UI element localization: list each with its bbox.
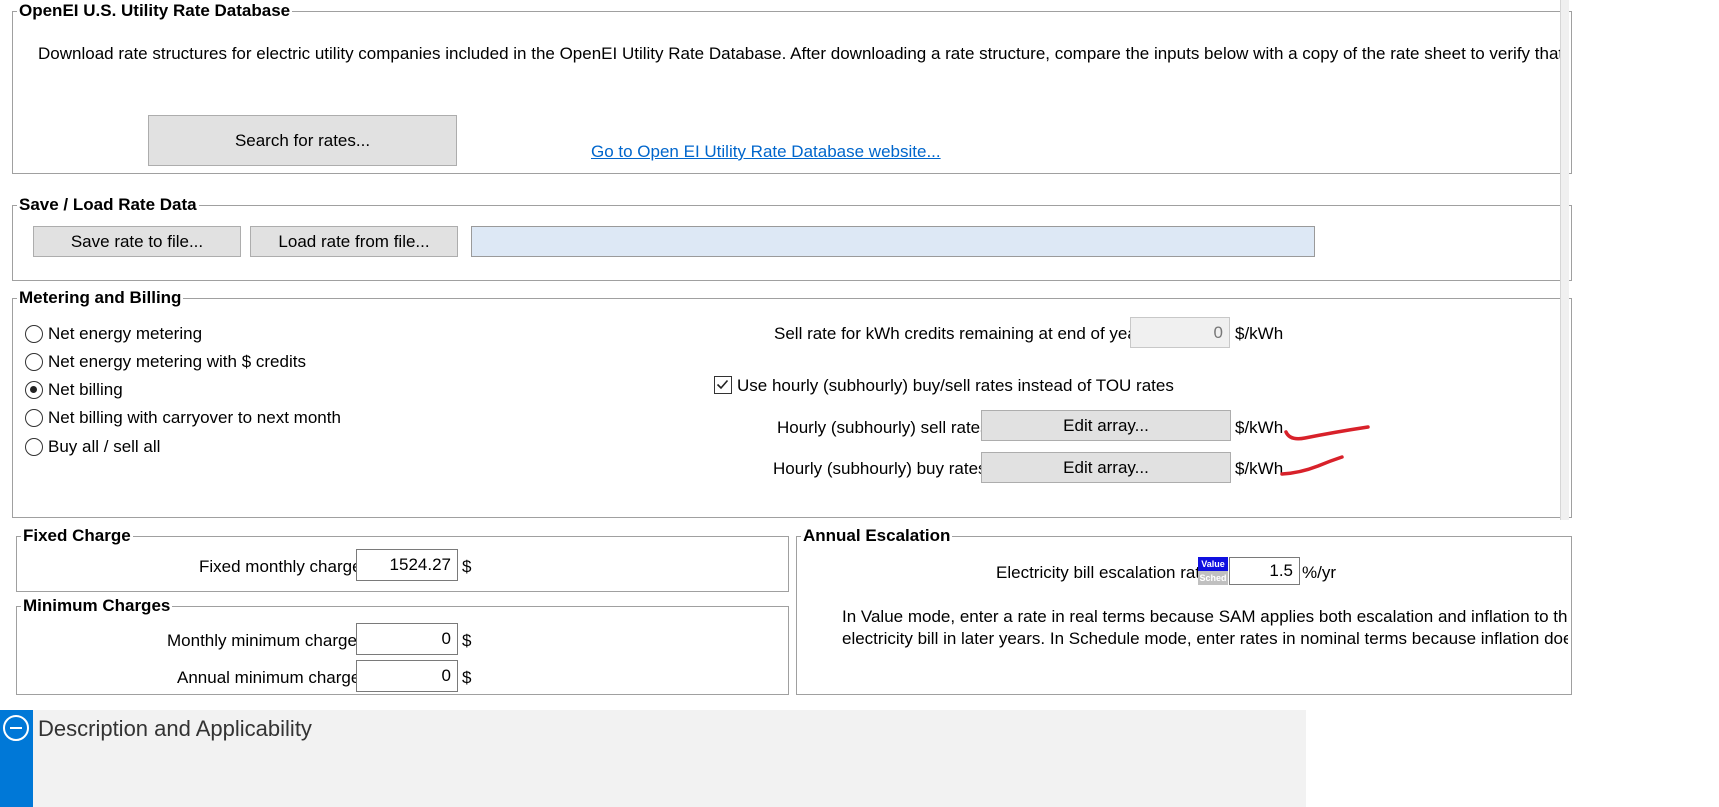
openei-website-link[interactable]: Go to Open EI Utility Rate Database webs… <box>591 142 941 162</box>
value-toggle[interactable]: Value <box>1198 557 1228 571</box>
save-rate-button[interactable]: Save rate to file... <box>33 226 241 257</box>
sched-toggle[interactable]: Sched <box>1198 571 1228 585</box>
buy-rates-label: Hourly (subhourly) buy rates <box>773 459 987 478</box>
sell-rate-unit: $/kWh <box>1235 324 1284 343</box>
search-rates-button[interactable]: Search for rates... <box>148 115 457 166</box>
sell-rate-field[interactable]: 0 <box>1130 317 1230 348</box>
fixed-monthly-unit: $ <box>462 557 472 576</box>
hourly-rates-checkbox-label: Use hourly (subhourly) buy/sell rates in… <box>737 376 1174 395</box>
description-section-title: Description and Applicability <box>38 716 312 741</box>
sell-rate-label: Sell rate for kWh credits remaining at e… <box>774 324 1143 343</box>
edit-buy-rates-button[interactable]: Edit array... <box>981 452 1231 483</box>
radio-label: Net billing with carryover to next month <box>48 408 341 427</box>
hourly-rates-checkbox[interactable] <box>714 376 732 394</box>
edit-sell-rates-button[interactable]: Edit array... <box>981 410 1231 441</box>
fixed-charge-title: Fixed Charge <box>21 526 133 546</box>
annual-minimum-field[interactable]: 0 <box>356 660 458 692</box>
radio-label: Net energy metering with $ credits <box>48 352 306 371</box>
minimum-charges-title: Minimum Charges <box>21 596 173 616</box>
escalation-note-line1: In Value mode, enter a rate in real term… <box>842 607 1568 626</box>
sell-rates-unit: $/kWh <box>1235 418 1284 437</box>
radio-buy-all-sell-all[interactable] <box>25 438 43 456</box>
load-rate-button[interactable]: Load rate from file... <box>250 226 458 257</box>
annual-minimum-label: Annual minimum charge <box>177 668 361 687</box>
fixed-monthly-field[interactable]: 1524.27 <box>356 549 458 581</box>
vertical-scrollbar[interactable] <box>1560 0 1569 520</box>
value-sched-toggle[interactable]: Value Sched <box>1198 557 1228 585</box>
radio-net-billing[interactable] <box>25 381 43 399</box>
radio-label: Net energy metering <box>48 324 203 343</box>
annual-minimum-unit: $ <box>462 668 472 687</box>
escalation-rate-label: Electricity bill escalation rate <box>996 563 1210 582</box>
file-path-field[interactable] <box>471 226 1315 257</box>
escalation-rate-field[interactable]: 1.5 <box>1229 557 1300 585</box>
escalation-note-line2: electricity bill in later years. In Sche… <box>842 629 1568 648</box>
buy-rates-unit: $/kWh <box>1235 459 1284 478</box>
radio-net-energy-metering[interactable] <box>25 325 43 343</box>
collapse-icon-box[interactable] <box>0 710 33 807</box>
openei-title: OpenEI U.S. Utility Rate Database <box>17 1 293 21</box>
metering-title: Metering and Billing <box>17 288 184 308</box>
escalation-rate-unit: %/yr <box>1302 563 1336 582</box>
radio-label: Net billing <box>48 380 123 399</box>
radio-net-billing-carryover[interactable] <box>25 409 43 427</box>
monthly-minimum-label: Monthly minimum charge <box>167 631 357 650</box>
save-load-title: Save / Load Rate Data <box>17 195 199 215</box>
radio-label: Buy all / sell all <box>48 437 161 456</box>
openei-description: Download rate structures for electric ut… <box>38 44 1560 63</box>
checkmark-icon <box>716 379 729 390</box>
radio-net-energy-metering-credits[interactable] <box>25 353 43 371</box>
fixed-monthly-label: Fixed monthly charge <box>199 557 362 576</box>
annual-escalation-title: Annual Escalation <box>801 526 953 546</box>
monthly-minimum-field[interactable]: 0 <box>356 623 458 655</box>
collapse-minus-icon <box>3 715 29 741</box>
monthly-minimum-unit: $ <box>462 631 472 650</box>
sell-rates-label: Hourly (subhourly) sell rates <box>777 418 989 437</box>
